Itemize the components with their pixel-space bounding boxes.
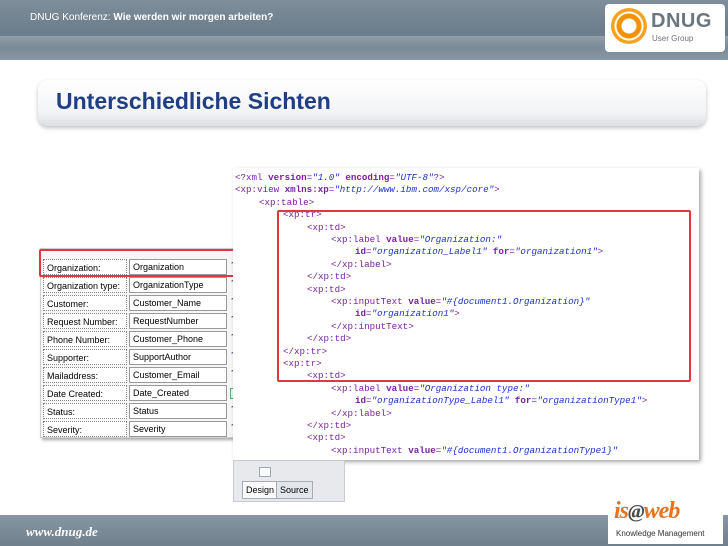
code-line: </xp:td> xyxy=(307,420,352,431)
code-line: </xp:label> xyxy=(331,407,392,419)
form-label: Mailaddress: xyxy=(43,367,127,383)
slide-title: Unterschiedliche Sichten xyxy=(56,88,331,114)
form-row: Severity:SeverityT xyxy=(41,421,246,439)
form-highlight-box xyxy=(39,249,248,277)
form-label: Organization type: xyxy=(43,277,127,293)
code-line: <xp:label value="Organization type:" xyxy=(331,382,530,394)
form-row: Request Number:RequestNumberT xyxy=(41,313,246,331)
code-line: <?xml version="1.0" encoding="UTF-8"?> xyxy=(235,172,445,183)
isweb-pre: is xyxy=(614,498,629,524)
code-line: id="organizationType_Label1" for="organi… xyxy=(355,395,648,407)
form-label: Supporter: xyxy=(43,349,127,365)
form-label: Request Number: xyxy=(43,313,127,329)
form-field[interactable]: Customer_Email xyxy=(129,367,227,383)
form-field[interactable]: Status xyxy=(129,403,227,419)
form-field[interactable]: Severity xyxy=(129,421,227,437)
code-line: <xp:table> xyxy=(259,196,315,208)
form-label: Severity: xyxy=(43,421,127,437)
isweb-post: web xyxy=(643,498,681,524)
form-label: Customer: xyxy=(43,295,127,311)
tab-design[interactable]: Design xyxy=(242,481,279,499)
conference-title: DNUG Konferenz: Wie werden wir morgen ar… xyxy=(30,12,273,23)
slide-heading-box: Unterschiedliche Sichten xyxy=(38,80,706,126)
conference-subtitle: Wie werden wir morgen arbeiten? xyxy=(113,12,274,23)
form-field[interactable]: Customer_Name xyxy=(129,295,227,311)
form-row: Date Created: Date_Created xyxy=(41,385,246,403)
dnug-logo: DNUG User Group xyxy=(605,4,725,52)
editor-toolbar-icon xyxy=(259,467,271,477)
form-label: Date Created: xyxy=(43,385,127,401)
form-row: Organization type:OrganizationTypeT xyxy=(41,277,246,295)
form-label: Status: xyxy=(43,403,127,419)
form-row: Supporter:SupportAuthorT xyxy=(41,349,246,367)
isweb-logo-text: is@web xyxy=(614,498,681,525)
form-label: Phone Number: xyxy=(43,331,127,347)
isweb-logo: is@web Knowledge Management xyxy=(608,492,723,544)
code-line: <xp:view xmlns:xp="http://www.ibm.com/xs… xyxy=(235,184,500,196)
isweb-at: @ xyxy=(628,501,645,523)
form-field[interactable]: SupportAuthor xyxy=(129,349,227,365)
editor-tabbar: Design Source xyxy=(233,460,345,502)
form-field[interactable]: Customer_Phone xyxy=(129,331,227,347)
form-field[interactable]: RequestNumber xyxy=(129,313,227,329)
form-row: Mailaddress:Customer_EmailT xyxy=(41,367,246,385)
form-row: Customer:Customer_NameT xyxy=(41,295,246,313)
form-row: Status:StatusT xyxy=(41,403,246,421)
dnug-logo-ring-icon xyxy=(611,8,647,44)
form-field[interactable]: Date_Created xyxy=(129,385,227,401)
tab-source[interactable]: Source xyxy=(276,481,313,499)
code-highlight-box xyxy=(277,210,691,382)
dnug-logo-tagline: User Group xyxy=(652,34,694,43)
form-field[interactable]: OrganizationType xyxy=(129,277,227,293)
footer-url[interactable]: www.dnug.de xyxy=(26,524,98,540)
isweb-tagline: Knowledge Management xyxy=(616,529,705,538)
code-line: <xp:inputText value="#{document1.Organiz… xyxy=(331,444,618,456)
form-row: Phone Number:Customer_PhoneT xyxy=(41,331,246,349)
code-line: <xp:td> xyxy=(307,432,346,444)
dnug-logo-name: DNUG xyxy=(651,10,712,32)
conference-prefix: DNUG Konferenz: xyxy=(30,12,114,23)
